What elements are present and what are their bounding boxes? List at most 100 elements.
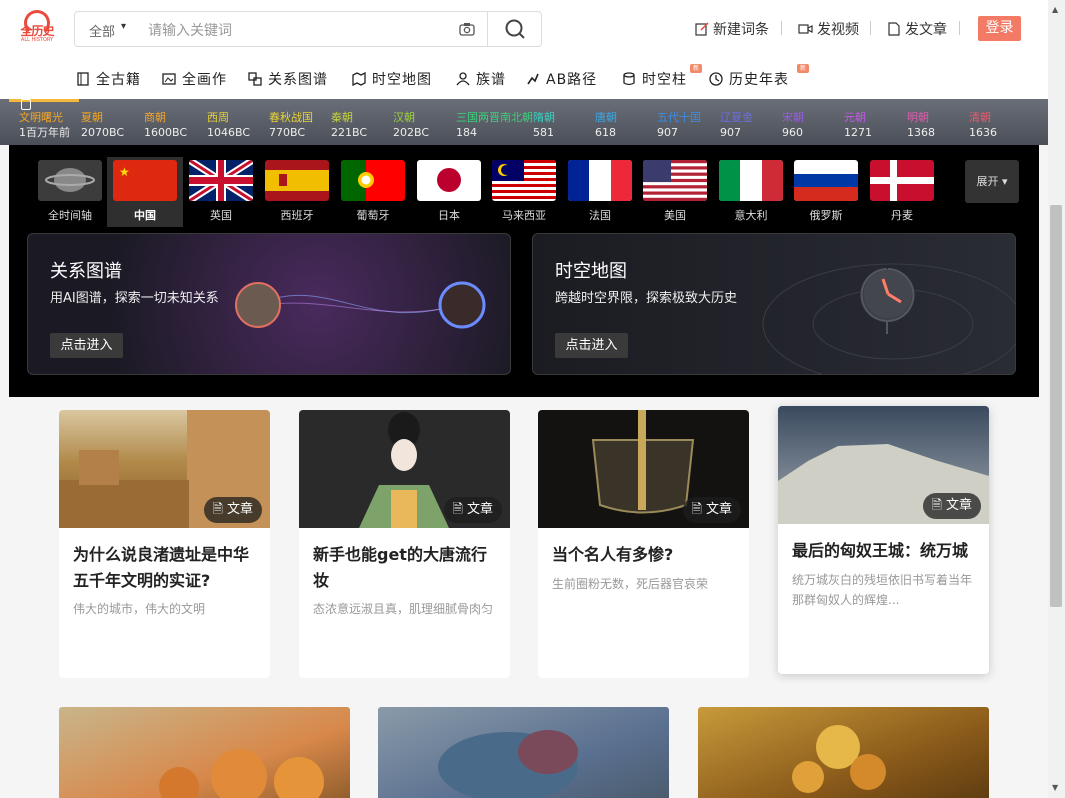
- nav-item-label: 关系图谱: [268, 72, 328, 88]
- nav-item-label: 时空柱: [642, 72, 687, 88]
- timeline-era[interactable]: 文明曙光: [19, 111, 63, 125]
- nav-item-6[interactable]: 时空柱: [622, 69, 687, 89]
- card-description: 用AI图谱，探索一切未知关系: [50, 291, 219, 306]
- article-card[interactable]: 🗎 文章 当个名人有多惨? 生前圈粉无数，死后器官哀荣: [538, 410, 749, 678]
- country-flag-10[interactable]: 俄罗斯: [788, 157, 864, 227]
- painting-image: [792, 725, 886, 793]
- timeline-year: 907: [720, 126, 741, 139]
- new-entry-link[interactable]: 新建词条: [695, 19, 769, 39]
- article-tag: 🗎 文章: [443, 497, 502, 523]
- country-label: 俄罗斯: [809, 209, 843, 222]
- article-tag: 🗎 文章: [203, 497, 262, 523]
- country-label: 西班牙: [280, 209, 314, 222]
- timeline-year: 907: [657, 126, 678, 139]
- nav-item-label: AB路径: [546, 72, 598, 88]
- spacetime-map-card[interactable]: 时空地图 跨越时空界限，探索极致大历史 点击进入: [532, 233, 1016, 375]
- country-flag-2[interactable]: 英国: [183, 157, 259, 227]
- article-card[interactable]: 🗎 文章 最后的匈奴王城：统万城 统万城灰白的残垣依旧书写着当年那群匈奴人的辉煌.…: [778, 406, 989, 674]
- timeline-era[interactable]: 明朝: [907, 111, 929, 125]
- article-title[interactable]: 当个名人有多惨?: [552, 542, 738, 568]
- post-article-label: 发文章: [905, 22, 947, 38]
- login-button[interactable]: 登录: [978, 16, 1021, 41]
- header-separator: [959, 21, 960, 35]
- flag-icon: [794, 160, 858, 201]
- country-flag-9[interactable]: 意大利: [713, 157, 789, 227]
- tag-label: 文章: [945, 498, 972, 513]
- page-scrollbar[interactable]: ▲ ▼: [1048, 0, 1065, 798]
- timeline-era[interactable]: 元朝: [844, 111, 866, 125]
- timeline-era[interactable]: 三国两晋南北朝: [456, 111, 533, 125]
- timeline-era[interactable]: 辽夏金: [720, 111, 753, 125]
- flag-icon: [189, 160, 253, 201]
- card-title: 关系图谱: [50, 261, 122, 282]
- timeline-era[interactable]: 西周: [207, 111, 229, 125]
- post-article-link[interactable]: 发文章: [887, 19, 947, 39]
- country-flag-7[interactable]: 法国: [562, 157, 638, 227]
- nav-item-3[interactable]: 时空地图: [352, 69, 432, 89]
- camera-icon[interactable]: [459, 22, 475, 36]
- nav-item-1[interactable]: 全画作: [162, 69, 227, 89]
- country-flag-8[interactable]: 美国: [637, 157, 713, 227]
- scrollbar-thumb[interactable]: [1050, 205, 1062, 607]
- nav-item-2[interactable]: 关系图谱: [248, 69, 328, 89]
- timeline-era[interactable]: 宋朝: [782, 111, 804, 125]
- article-card[interactable]: 🗎 文章 新手也能get的大唐流行妆 态浓意远淑且真，肌理细腻骨肉匀: [299, 410, 510, 678]
- scroll-up-arrow[interactable]: ▲: [1052, 5, 1058, 14]
- enter-button[interactable]: 点击进入: [50, 333, 123, 358]
- country-flag-1[interactable]: ★ 中国: [107, 157, 183, 227]
- painting-icon: [162, 73, 176, 85]
- post-video-link[interactable]: 发视频: [798, 19, 859, 39]
- article-title[interactable]: 最后的匈奴王城：统万城: [792, 538, 978, 564]
- article-desc: 态浓意远淑且真，肌理细腻骨肉匀: [313, 602, 494, 616]
- timeline-era[interactable]: 唐朝: [595, 111, 617, 125]
- timeline-era[interactable]: 秦朝: [331, 111, 353, 125]
- chevron-down-icon[interactable]: ▾: [121, 21, 126, 32]
- enter-button[interactable]: 点击进入: [555, 333, 628, 358]
- painting-card[interactable]: [698, 707, 989, 798]
- nav-item-4[interactable]: 族谱: [456, 69, 506, 89]
- painting-card[interactable]: [59, 707, 350, 798]
- country-label: 丹麦: [891, 209, 913, 222]
- timeline-era[interactable]: 清朝: [969, 111, 991, 125]
- timeline-cursor[interactable]: [9, 99, 79, 102]
- timeline-era[interactable]: 五代十国: [657, 111, 701, 125]
- nav-item-0[interactable]: 全古籍: [76, 69, 141, 89]
- article-title[interactable]: 为什么说良渚遗址是中华五千年文明的实证?: [73, 542, 259, 594]
- document-icon: [888, 22, 900, 36]
- painting-card[interactable]: [378, 707, 669, 798]
- country-flag-5[interactable]: 日本: [411, 157, 487, 227]
- article-card[interactable]: 🗎 文章 为什么说良渚遗址是中华五千年文明的实证? 伟大的城市，伟大的文明: [59, 410, 270, 678]
- country-flag-4[interactable]: 葡萄牙: [335, 157, 411, 227]
- search-bar: 全部 ▾ 请输入关键词: [74, 11, 542, 47]
- country-flag-11[interactable]: 丹麦: [864, 157, 940, 227]
- site-logo[interactable]: 全历史 ALL HISTORY: [16, 10, 58, 46]
- timeline-era[interactable]: 隋朝: [533, 111, 555, 125]
- timeline-year: 960: [782, 126, 803, 139]
- timeline-year: 1636: [969, 126, 997, 139]
- nav-item-7[interactable]: 历史年表: [709, 69, 789, 89]
- country-flag-6[interactable]: 马来西亚: [486, 157, 562, 227]
- timeline-year: 2070BC: [81, 126, 125, 139]
- search-icon[interactable]: [505, 19, 525, 39]
- article-title[interactable]: 新手也能get的大唐流行妆: [313, 542, 499, 594]
- document-icon: 🗎: [452, 502, 463, 517]
- video-icon: [798, 24, 813, 34]
- country-flag-3[interactable]: 西班牙: [259, 157, 335, 227]
- expand-countries-button[interactable]: 展开 ▾: [965, 160, 1019, 203]
- country-flag-0[interactable]: 全时间轴: [32, 157, 108, 227]
- timeline-era[interactable]: 春秋战国: [269, 111, 313, 125]
- timeline-year: 581: [533, 126, 554, 139]
- nav-item-5[interactable]: AB路径: [526, 69, 597, 89]
- timeline-year: 1046BC: [207, 126, 251, 139]
- scroll-down-arrow[interactable]: ▼: [1052, 783, 1058, 792]
- era-timeline: 文明曙光 1百万年前 夏朝 2070BC 商朝 1600BC 西周 1046BC 春秋战国 770…: [0, 99, 1048, 145]
- relation-graph-card[interactable]: 关系图谱 用AI图谱，探索一切未知关系 点击进入: [27, 233, 511, 375]
- timeline-era[interactable]: 商朝: [144, 111, 166, 125]
- timeline-era[interactable]: 夏朝: [81, 111, 103, 125]
- timeline-era[interactable]: 汉朝: [393, 111, 415, 125]
- article-tag: 🗎 文章: [922, 493, 981, 519]
- search-input[interactable]: 请输入关键词: [148, 20, 232, 40]
- flag-icon: ★: [113, 160, 177, 201]
- flag-icon: [417, 160, 481, 201]
- search-category-select[interactable]: 全部: [89, 21, 115, 40]
